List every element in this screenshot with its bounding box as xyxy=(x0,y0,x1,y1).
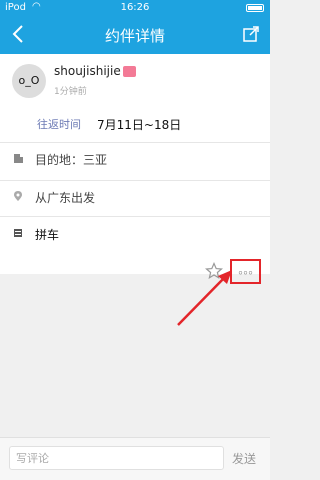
username[interactable]: shoujishijie xyxy=(54,64,121,78)
travel-mode-text: 拼车 xyxy=(35,228,60,242)
page-title: 约伴详情 xyxy=(104,27,165,45)
car-icon xyxy=(14,229,22,237)
avatar[interactable]: o_O xyxy=(12,64,46,98)
share-button[interactable] xyxy=(242,25,260,43)
location-pin-icon xyxy=(14,191,22,201)
annotation-arrow-icon xyxy=(177,270,232,326)
destination-text: 目的地：三亚 xyxy=(35,153,108,167)
departure-text: 从广东出发 xyxy=(35,191,96,205)
status-bar: iPod ◠ 16:26 xyxy=(0,0,270,16)
gender-badge-icon xyxy=(123,66,136,77)
send-button[interactable]: 发送 xyxy=(232,450,256,467)
divider xyxy=(0,142,270,143)
share-edit-icon xyxy=(243,26,259,42)
status-time: 16:26 xyxy=(120,2,150,13)
period-value: 7月11日~18日 xyxy=(97,118,182,132)
period-label: 往返时间 xyxy=(37,118,81,131)
battery-icon xyxy=(246,4,264,12)
navigation-bar: 约伴详情 xyxy=(0,16,270,54)
post-time: 1分钟前 xyxy=(54,87,87,97)
building-icon xyxy=(14,154,23,163)
divider xyxy=(0,180,270,181)
comment-input[interactable] xyxy=(9,446,224,470)
divider xyxy=(0,216,270,217)
